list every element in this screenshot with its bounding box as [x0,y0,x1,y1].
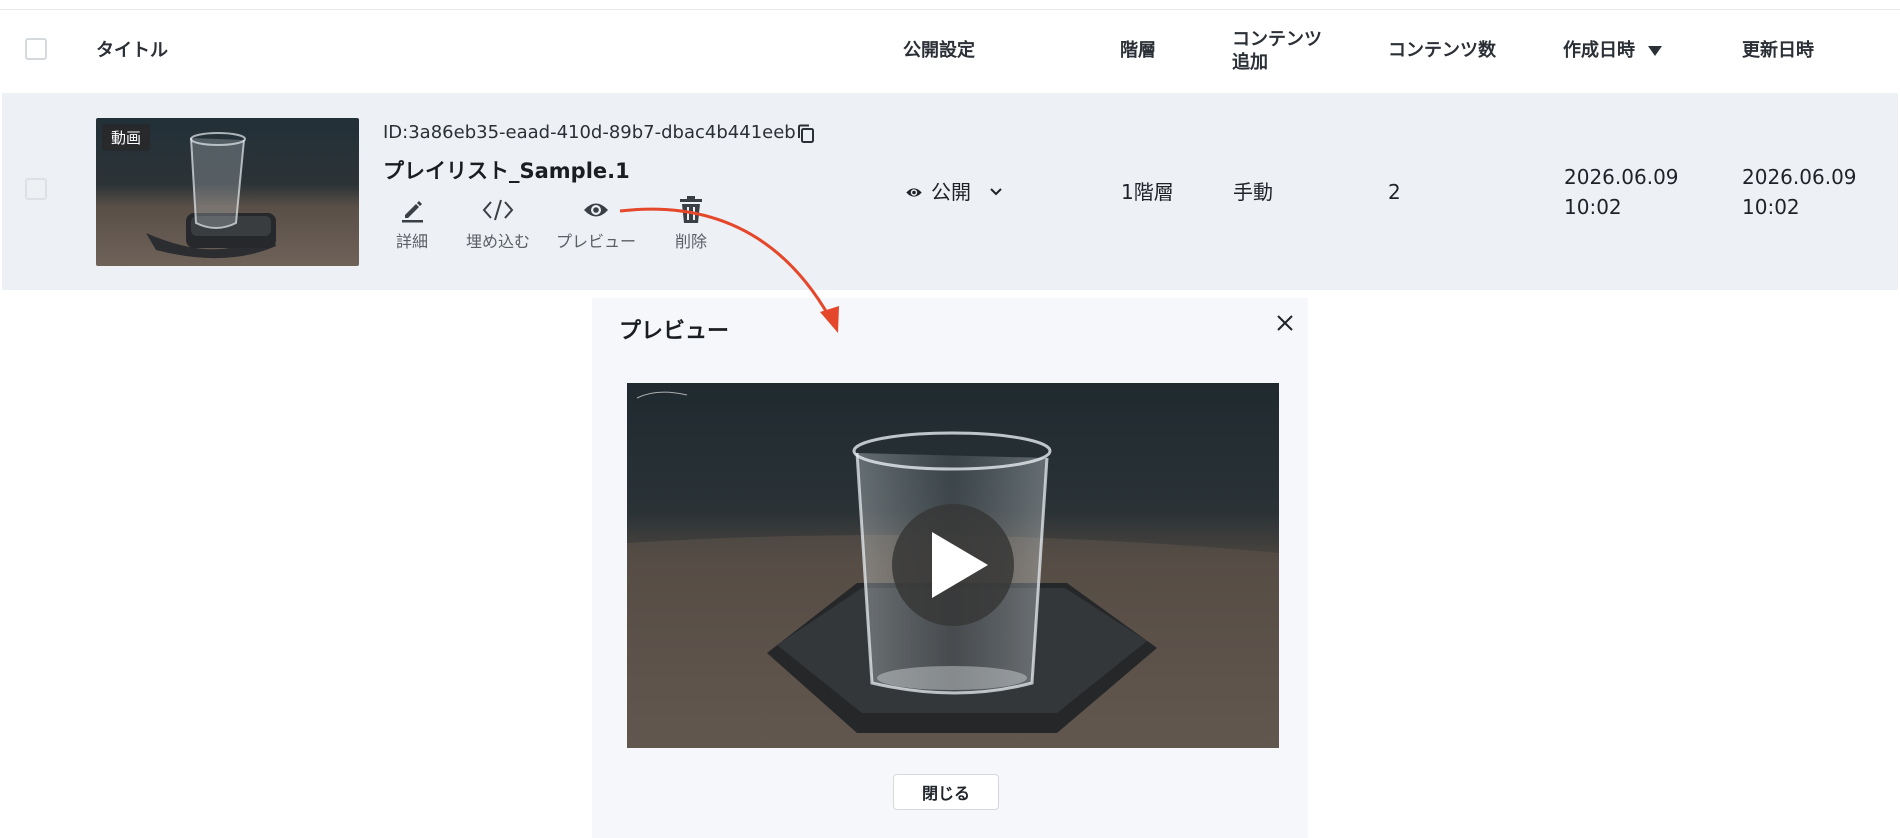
created-date: 2026.06.09 [1564,165,1679,189]
updated-datetime: 2026.06.09 10:02 [1742,162,1857,222]
play-icon [932,532,988,598]
preview-action[interactable]: プレビュー [556,196,636,252]
header-updated: 更新日時 [1742,40,1814,61]
visibility-value: 公開 [931,180,971,204]
visibility-dropdown[interactable]: 公開 [905,177,1003,207]
close-button[interactable]: 閉じる [893,774,999,810]
modal-title: プレビュー [619,319,730,344]
header-visibility: 公開設定 [903,40,975,61]
updated-time: 10:02 [1742,195,1800,219]
header-content-add: コンテンツ 追加 [1232,28,1322,74]
embed-action[interactable]: 埋め込む [458,196,538,252]
content-add-value: 手動 [1233,180,1273,204]
row-checkbox[interactable] [25,178,47,200]
created-time: 10:02 [1564,195,1622,219]
video-thumbnail[interactable]: 動画 [96,118,359,266]
code-icon [482,199,514,221]
header-created-sort[interactable]: 作成日時 [1563,39,1663,62]
header-content-add-line2: 追加 [1232,52,1268,73]
trash-icon [680,196,702,223]
video-player[interactable] [627,383,1279,748]
preview-label: プレビュー [556,232,637,251]
row-title[interactable]: プレイリスト_Sample.1 [383,155,630,185]
copy-icon[interactable] [797,124,815,144]
created-datetime: 2026.06.09 10:02 [1564,162,1679,222]
eye-icon [584,203,608,217]
delete-action[interactable]: 削除 [651,196,731,252]
select-all-checkbox[interactable] [25,38,47,60]
close-icon[interactable] [1272,310,1298,336]
hierarchy-value: 1階層 [1121,180,1174,204]
eye-icon [906,187,922,197]
pencil-icon [402,201,423,223]
content-count-value: 2 [1388,180,1401,204]
header-content-count: コンテンツ数 [1388,40,1496,61]
play-button[interactable] [892,504,1014,626]
header-hierarchy: 階層 [1120,40,1156,61]
detail-action[interactable]: 詳細 [372,196,452,252]
header-title: タイトル [96,40,168,61]
updated-date: 2026.06.09 [1742,165,1857,189]
media-type-badge: 動画 [102,124,151,151]
row-id: ID:3a86eb35-eaad-410d-89b7-dbac4b441eeb [383,122,796,143]
preview-modal: プレビュー 閉じる [592,298,1308,838]
chevron-down-icon [990,188,1002,196]
table-top-border [0,9,1900,10]
header-content-add-line1: コンテンツ [1232,29,1322,50]
detail-label: 詳細 [395,232,428,251]
embed-label: 埋め込む [465,232,530,251]
delete-label: 削除 [674,232,707,251]
header-created: 作成日時 [1563,40,1635,61]
caret-down-icon [1648,45,1662,56]
